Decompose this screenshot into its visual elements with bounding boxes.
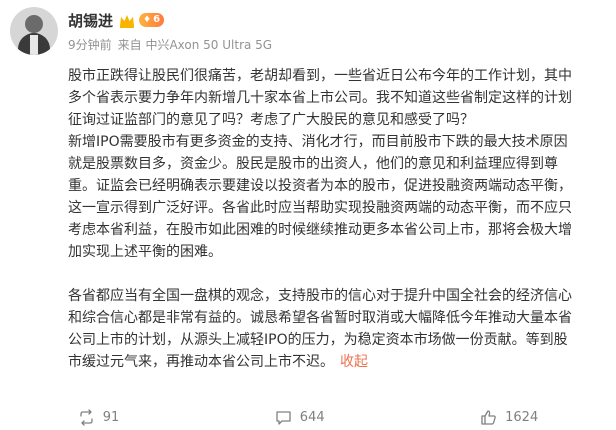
post-content: 股市正跌得让股民们很痛苦，老胡却看到，一些省近日公布今年的工作计划，其中 多个省…: [68, 65, 608, 373]
content-line: 多个省表示要力争年内新增几十家本省上市公司。我不知道这些省制定这样的计划: [68, 90, 572, 106]
post-meta: 9分钟前 来自 中兴Axon 50 Ultra 5G: [68, 36, 272, 53]
like-button[interactable]: 1624: [480, 409, 538, 426]
content-line: 就是股票数目多，资金少。股民是股市的出资人，他们的意见和利益理应得到尊: [68, 156, 558, 172]
author-row: 胡锡进 ♦ 6: [68, 9, 165, 31]
content-line: 公司上市的计划，从源头上减轻IPO的压力，为稳定资本市场做一份贡献。等到股: [68, 332, 568, 348]
repost-icon: [80, 408, 93, 426]
level-badge[interactable]: ♦ 6: [139, 13, 165, 27]
avatar[interactable]: [10, 7, 58, 55]
author-name[interactable]: 胡锡进: [68, 10, 113, 31]
action-bar: 91 644 1624: [0, 404, 616, 430]
comment-icon: [276, 410, 291, 425]
content-line: 加实现上述平衡的困难。: [68, 244, 222, 260]
content-line: 和综合信心都是非常有益的。诚恳希望各省暂时取消或大幅降低今年推动大量本省: [68, 310, 572, 326]
content-line: 市缓过元气来，再推动本省公司上市不迟。: [68, 354, 334, 370]
content-line: 股市正跌得让股民们很痛苦，老胡却看到，一些省近日公布今年的工作计划，其中: [68, 68, 572, 84]
post-time[interactable]: 9分钟前: [68, 36, 112, 53]
content-line: 这一宣示得到广泛好评。各省此时应当帮助实现投融资两端的动态平衡，而不应只: [68, 200, 572, 216]
content-line: 新增IPO需要股市有更多资金的支持、消化才行，而目前股市下跌的最大技术原因: [68, 134, 568, 150]
vip-crown-icon[interactable]: [119, 13, 135, 28]
content-line: 重。证监会已经明确表示要建设以投资者为本的股市，促进投融资两端动态平衡，: [68, 178, 572, 194]
post-source: 来自 中兴Axon 50 Ultra 5G: [117, 38, 273, 52]
like-count: 1624: [505, 409, 539, 425]
thumbs-up-icon: [481, 409, 496, 425]
comment-count: 644: [299, 409, 325, 425]
content-line: 考虑本省利益，在股市如此困难的时候继续推动更多本省公司上市，那将会极大增: [68, 222, 572, 238]
comment-button[interactable]: 644: [275, 409, 325, 426]
repost-count: 91: [102, 409, 120, 425]
repost-button[interactable]: 91: [78, 408, 120, 426]
paragraph-2: 各省都应当有全国一盘棋的观念，支持股市的信心对于提升中国全社会的经济信心 和综合…: [68, 285, 608, 373]
content-line: 征询过证监部门的意见了吗？考虑了广大股民的意见和感受了吗？: [68, 112, 474, 128]
weibo-post: 胡锡进 ♦ 6 9分钟前 来自 中兴Axon 50 Ultra 5G 股市正跌得…: [0, 0, 616, 430]
content-line: 各省都应当有全国一盘棋的观念，支持股市的信心对于提升中国全社会的经济信心: [68, 288, 572, 304]
collapse-link[interactable]: 收起: [340, 354, 368, 370]
paragraph-1: 股市正跌得让股民们很痛苦，老胡却看到，一些省近日公布今年的工作计划，其中 多个省…: [68, 65, 608, 263]
